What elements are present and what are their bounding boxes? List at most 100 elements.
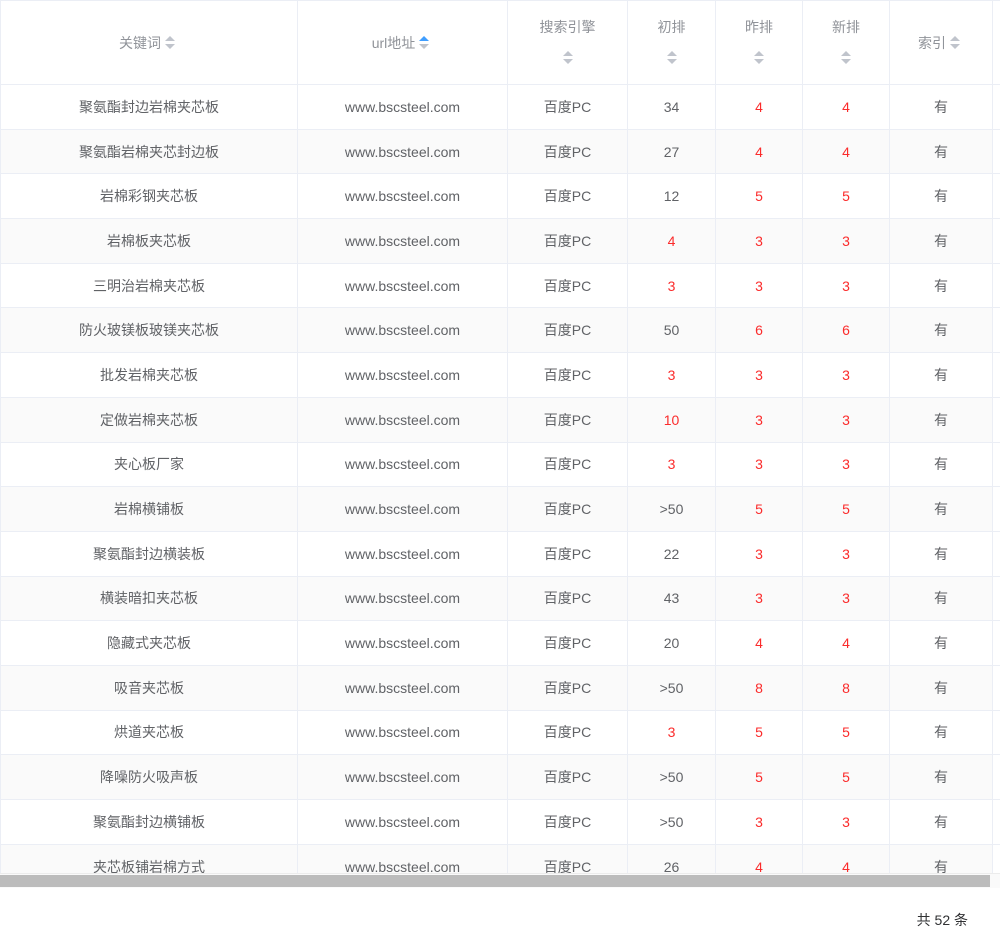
table-row: 聚氨酯封边岩棉夹芯板 www.bscsteel.com 百度PC 34 4 4 …: [0, 85, 1000, 130]
column-header-initial-rank[interactable]: 初排: [628, 1, 716, 85]
cell-url: www.bscsteel.com: [298, 711, 508, 756]
cell-index-status: 有: [890, 755, 993, 800]
sort-caret-icon: [559, 47, 577, 69]
sort-caret-icon: [161, 32, 179, 54]
cell-search-engine: 百度PC: [508, 130, 628, 175]
cell-new-rank: 3: [803, 532, 890, 577]
column-label: 新排: [832, 17, 860, 37]
cell-yesterday-rank: 5: [716, 487, 803, 532]
column-label: 昨排: [745, 17, 773, 37]
cell-keyword: 岩棉板夹芯板: [0, 219, 298, 264]
cell-index-status: 有: [890, 711, 993, 756]
table-row: 聚氨酯封边横铺板 www.bscsteel.com 百度PC >50 3 3 有: [0, 800, 1000, 845]
column-label: 关键词: [119, 33, 161, 53]
column-header-engine[interactable]: 搜索引擎: [508, 1, 628, 85]
table-row: 岩棉彩钢夹芯板 www.bscsteel.com 百度PC 12 5 5 有: [0, 174, 1000, 219]
cell-initial-rank: 3: [628, 264, 716, 309]
cell-url: www.bscsteel.com: [298, 666, 508, 711]
cell-keyword: 定做岩棉夹芯板: [0, 398, 298, 443]
sort-caret-icon: [946, 32, 964, 54]
table-row: 烘道夹芯板 www.bscsteel.com 百度PC 3 5 5 有: [0, 711, 1000, 756]
table-row: 吸音夹芯板 www.bscsteel.com 百度PC >50 8 8 有: [0, 666, 1000, 711]
cell-url: www.bscsteel.com: [298, 219, 508, 264]
cell-new-rank: 3: [803, 353, 890, 398]
cell-yesterday-rank: 5: [716, 711, 803, 756]
cell-keyword: 烘道夹芯板: [0, 711, 298, 756]
cell-search-engine: 百度PC: [508, 264, 628, 309]
scrollbar-gutter: [993, 666, 1000, 711]
cell-url: www.bscsteel.com: [298, 800, 508, 845]
scrollbar-gutter: [993, 621, 1000, 666]
cell-index-status: 有: [890, 800, 993, 845]
scrollbar-gutter: [993, 443, 1000, 488]
cell-keyword: 岩棉彩钢夹芯板: [0, 174, 298, 219]
table-row: 岩棉板夹芯板 www.bscsteel.com 百度PC 4 3 3 有: [0, 219, 1000, 264]
cell-new-rank: 6: [803, 308, 890, 353]
cell-yesterday-rank: 3: [716, 264, 803, 309]
cell-url: www.bscsteel.com: [298, 443, 508, 488]
cell-index-status: 有: [890, 487, 993, 532]
cell-yesterday-rank: 4: [716, 130, 803, 175]
cell-keyword: 隐藏式夹芯板: [0, 621, 298, 666]
horizontal-scrollbar: [0, 873, 1000, 888]
cell-index-status: 有: [890, 443, 993, 488]
cell-initial-rank: 34: [628, 85, 716, 130]
cell-url: www.bscsteel.com: [298, 264, 508, 309]
column-header-url[interactable]: url地址: [298, 1, 508, 85]
table-body: 聚氨酯封边岩棉夹芯板 www.bscsteel.com 百度PC 34 4 4 …: [0, 85, 1000, 888]
cell-search-engine: 百度PC: [508, 85, 628, 130]
cell-initial-rank: 3: [628, 353, 716, 398]
cell-keyword: 三明治岩棉夹芯板: [0, 264, 298, 309]
scrollbar-gutter: [993, 130, 1000, 175]
cell-search-engine: 百度PC: [508, 174, 628, 219]
cell-search-engine: 百度PC: [508, 487, 628, 532]
cell-new-rank: 5: [803, 711, 890, 756]
cell-keyword: 聚氨酯封边横铺板: [0, 800, 298, 845]
column-header-new-rank[interactable]: 新排: [803, 1, 890, 85]
cell-url: www.bscsteel.com: [298, 130, 508, 175]
table-footer: 共 52 条: [0, 888, 1000, 930]
cell-url: www.bscsteel.com: [298, 174, 508, 219]
cell-keyword: 横装暗扣夹芯板: [0, 577, 298, 622]
table-row: 夹心板厂家 www.bscsteel.com 百度PC 3 3 3 有: [0, 443, 1000, 488]
cell-new-rank: 4: [803, 621, 890, 666]
cell-url: www.bscsteel.com: [298, 353, 508, 398]
column-header-keyword[interactable]: 关键词: [0, 1, 298, 85]
cell-index-status: 有: [890, 353, 993, 398]
cell-initial-rank: 3: [628, 711, 716, 756]
column-header-index[interactable]: 索引: [890, 1, 993, 85]
cell-url: www.bscsteel.com: [298, 308, 508, 353]
cell-index-status: 有: [890, 85, 993, 130]
column-header-yesterday-rank[interactable]: 昨排: [716, 1, 803, 85]
table-row: 三明治岩棉夹芯板 www.bscsteel.com 百度PC 3 3 3 有: [0, 264, 1000, 309]
cell-search-engine: 百度PC: [508, 755, 628, 800]
sort-caret-icon: [837, 47, 855, 69]
table-row: 聚氨酯岩棉夹芯封边板 www.bscsteel.com 百度PC 27 4 4 …: [0, 130, 1000, 175]
cell-initial-rank: >50: [628, 666, 716, 711]
cell-url: www.bscsteel.com: [298, 621, 508, 666]
header-row: 关键词 url地址 搜索引擎: [0, 1, 1000, 85]
column-label: url地址: [372, 33, 416, 53]
cell-keyword: 聚氨酯封边岩棉夹芯板: [0, 85, 298, 130]
scrollbar-gutter: [993, 308, 1000, 353]
cell-initial-rank: 43: [628, 577, 716, 622]
cell-index-status: 有: [890, 219, 993, 264]
cell-search-engine: 百度PC: [508, 219, 628, 264]
cell-url: www.bscsteel.com: [298, 85, 508, 130]
cell-new-rank: 5: [803, 487, 890, 532]
cell-yesterday-rank: 3: [716, 800, 803, 845]
table-row: 聚氨酯封边横装板 www.bscsteel.com 百度PC 22 3 3 有: [0, 532, 1000, 577]
cell-index-status: 有: [890, 666, 993, 711]
cell-keyword: 吸音夹芯板: [0, 666, 298, 711]
scrollbar-gutter: [993, 577, 1000, 622]
scrollbar-gutter: [993, 532, 1000, 577]
cell-search-engine: 百度PC: [508, 577, 628, 622]
cell-yesterday-rank: 8: [716, 666, 803, 711]
cell-index-status: 有: [890, 398, 993, 443]
cell-search-engine: 百度PC: [508, 666, 628, 711]
horizontal-scrollbar-thumb[interactable]: [0, 875, 990, 887]
cell-new-rank: 3: [803, 443, 890, 488]
table-row: 横装暗扣夹芯板 www.bscsteel.com 百度PC 43 3 3 有: [0, 577, 1000, 622]
sort-caret-icon: [750, 47, 768, 69]
cell-initial-rank: 3: [628, 443, 716, 488]
